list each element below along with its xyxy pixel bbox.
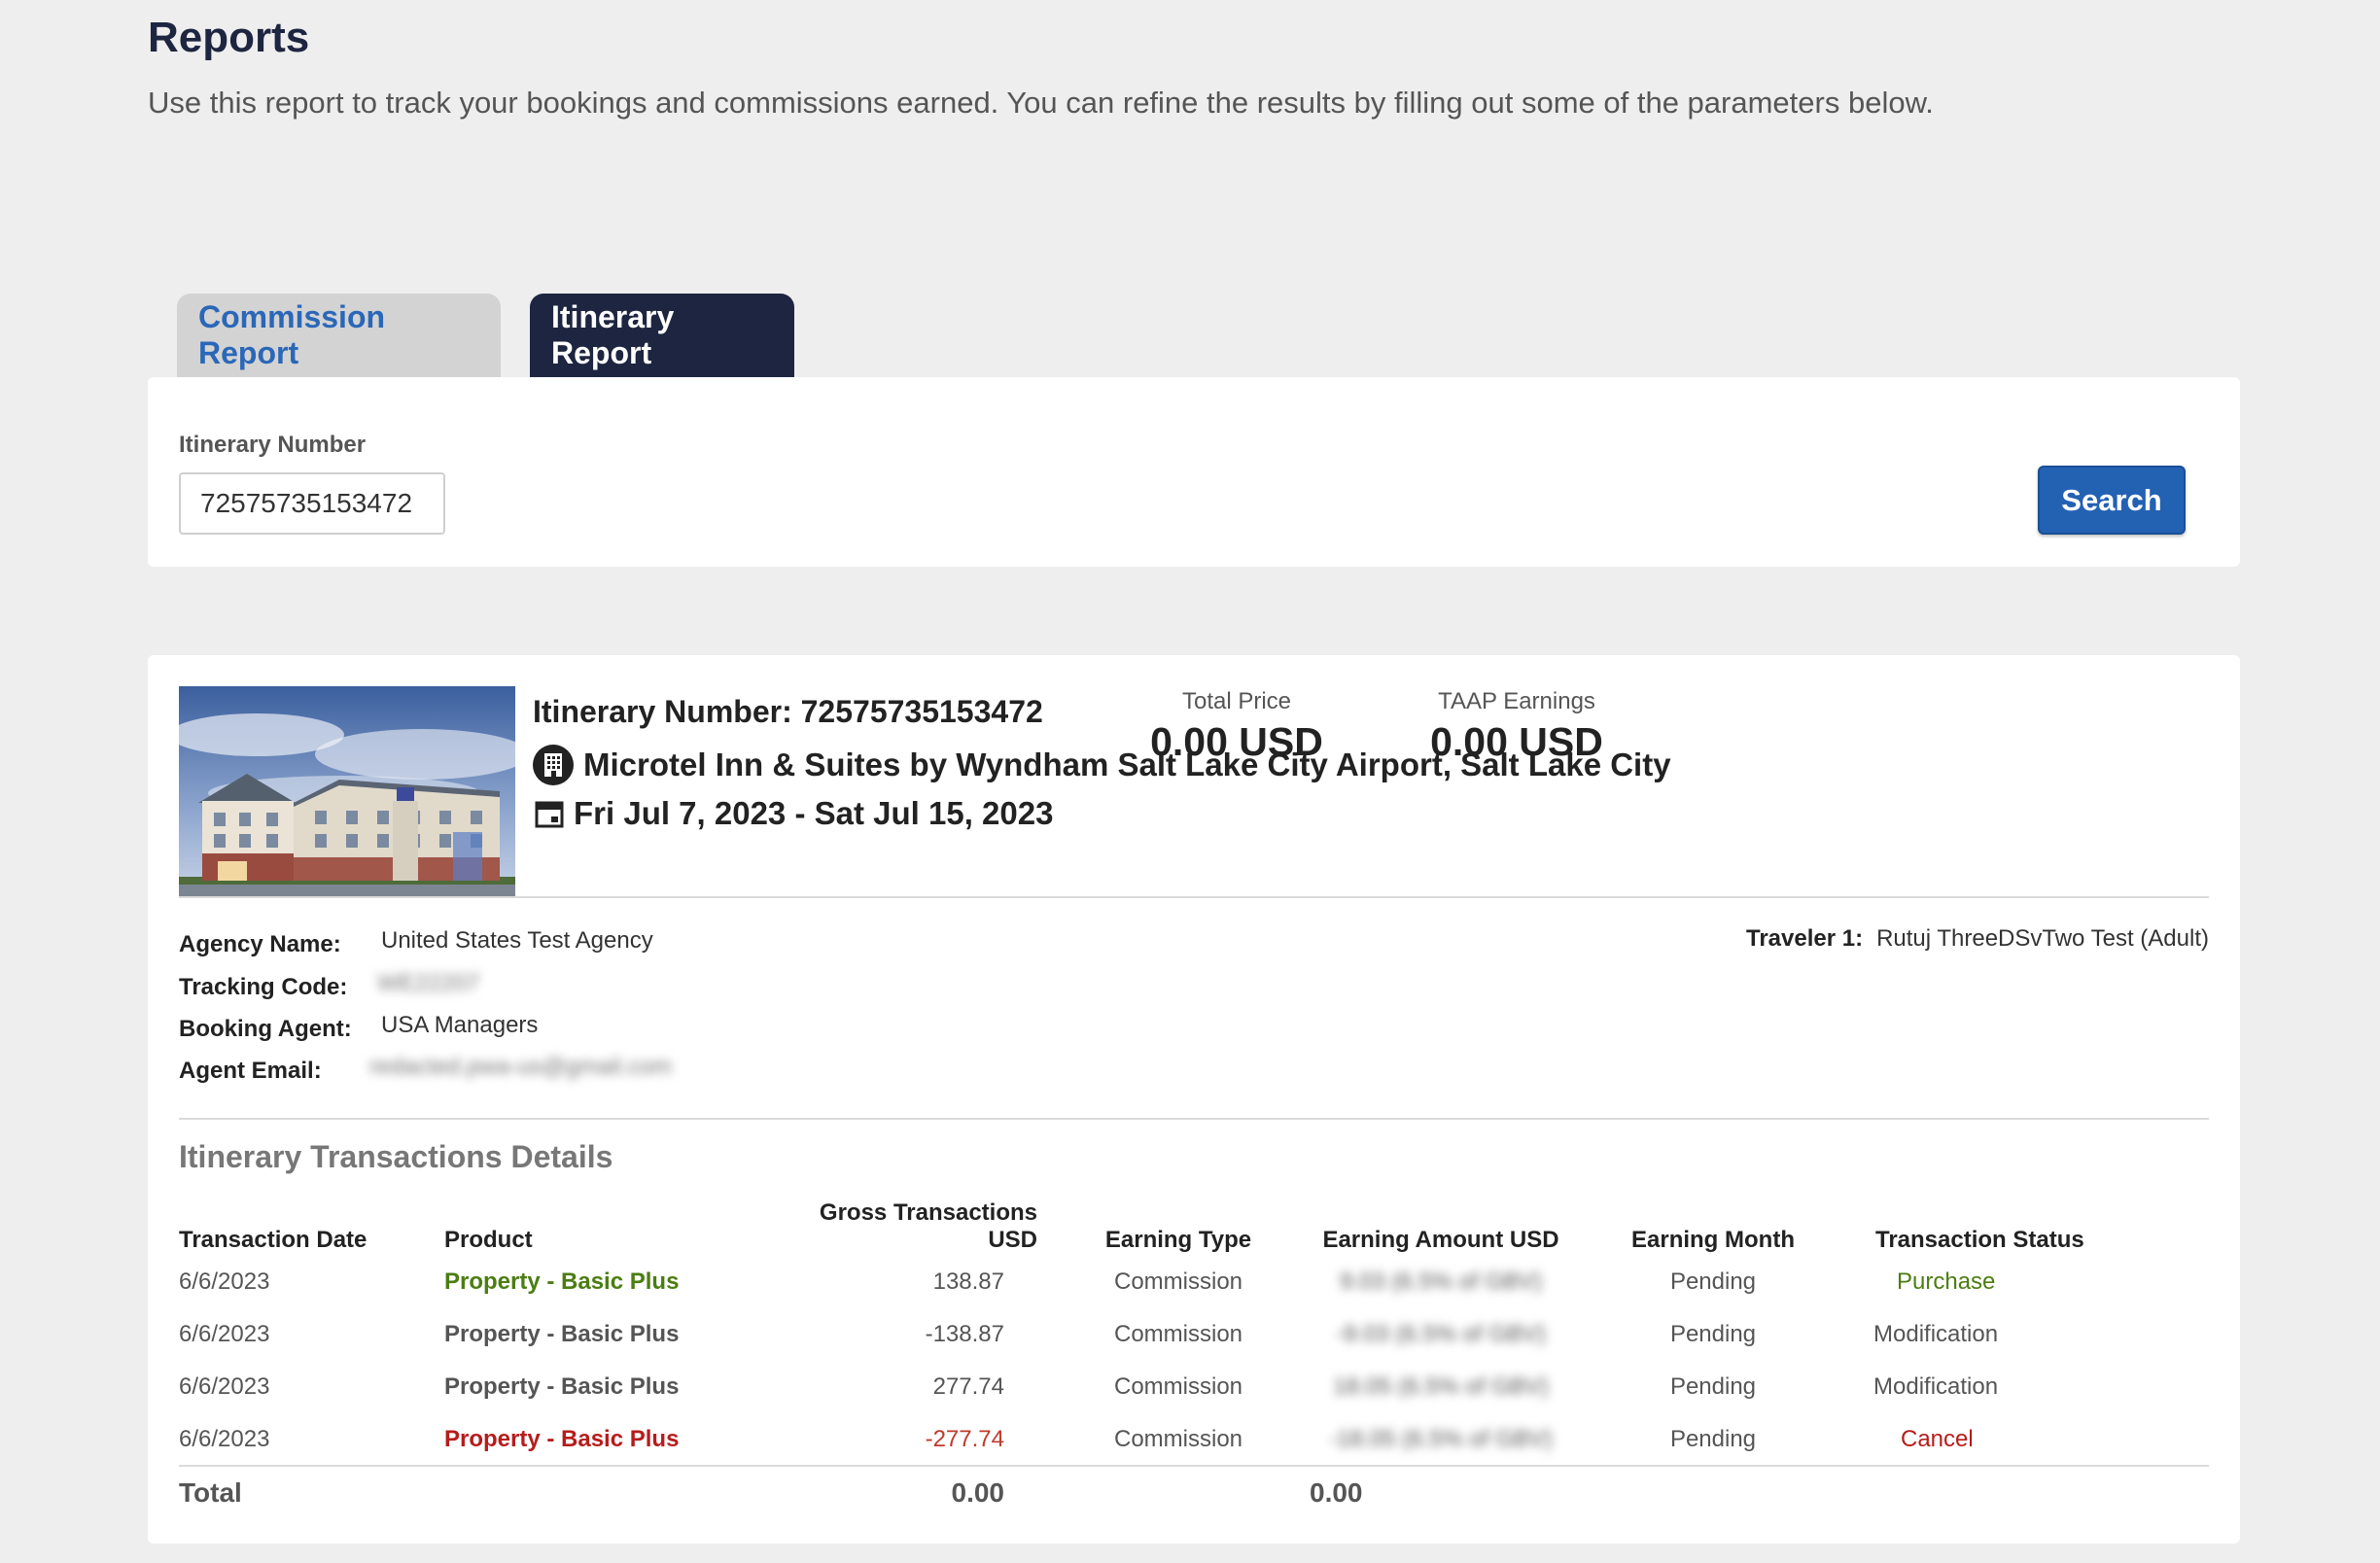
earning-type: Commission	[1113, 1425, 1243, 1452]
transaction-status: Purchase	[1897, 1268, 1996, 1295]
transaction-date: 6/6/2023	[179, 1373, 270, 1400]
page-description: Use this report to track your bookings a…	[148, 86, 1934, 120]
itinerary-number-input[interactable]	[179, 472, 445, 535]
earning-amount: 9.03 (6.5% of GBV)	[1339, 1268, 1543, 1295]
product-link[interactable]: Property - Basic Plus	[444, 1308, 775, 1361]
table-row: 6/6/2023 Property - Basic Plus -277.74 C…	[179, 1413, 2209, 1466]
agent-email-value: redacted.pwa-us@gmail.com	[369, 1054, 673, 1080]
earning-type: Commission	[1113, 1321, 1243, 1347]
transaction-date: 6/6/2023	[179, 1321, 270, 1347]
column-header: Gross Transactions USD	[819, 1199, 1037, 1253]
table-row: 6/6/2023 Property - Basic Plus 138.87 Co…	[179, 1256, 2209, 1308]
gross-amount: -277.74	[925, 1425, 1004, 1452]
agency-name-value: United States Test Agency	[381, 927, 653, 954]
column-header: Transaction Status	[1875, 1227, 2084, 1253]
table-header-row: Transaction Date Product Gross Transacti…	[179, 1199, 2209, 1256]
page-title: Reports	[148, 14, 310, 61]
empty-cell	[1835, 1465, 2209, 1518]
tracking-code-label: Tracking Code:	[179, 974, 348, 1000]
transactions-section-title: Itinerary Transactions Details	[179, 1139, 613, 1174]
agency-name-label: Agency Name:	[179, 931, 341, 957]
empty-cell	[1067, 1465, 1290, 1518]
product-link[interactable]: Property - Basic Plus	[444, 1361, 775, 1413]
column-header: Transaction Date	[179, 1227, 368, 1253]
earning-amount: -18.05 (6.5% of GBV)	[1329, 1425, 1553, 1452]
transaction-status: Cancel	[1901, 1425, 1974, 1452]
empty-cell	[1592, 1465, 1835, 1518]
product-link[interactable]: Property - Basic Plus	[444, 1256, 775, 1308]
search-button[interactable]: Search	[2038, 466, 2186, 535]
search-panel: Itinerary Number Search	[148, 377, 2240, 567]
tracking-code-value: WE22207	[377, 970, 480, 996]
product-link[interactable]: Property - Basic Plus	[444, 1413, 775, 1466]
earning-type: Commission	[1113, 1268, 1243, 1295]
earning-month: Pending	[1669, 1268, 1757, 1295]
tab-commission-report[interactable]: Commission Report	[177, 294, 501, 377]
taap-earnings-value: 0.00 USD	[1430, 719, 1603, 764]
total-price-label: Total Price	[1181, 688, 1292, 714]
gross-amount: 277.74	[932, 1373, 1004, 1400]
traveler-info: Traveler 1: Rutuj ThreeDSvTwo Test (Adult…	[1746, 925, 2209, 953]
total-price-value: 0.00 USD	[1150, 719, 1323, 764]
total-gross: 0.00	[775, 1465, 1067, 1518]
taap-earnings-label: TAAP Earnings	[1438, 688, 1595, 714]
transaction-status: Modification	[1873, 1373, 1999, 1400]
hotel-image	[179, 686, 515, 896]
traveler-value: Rutuj ThreeDSvTwo Test (Adult)	[1876, 925, 2209, 952]
transaction-date: 6/6/2023	[179, 1268, 270, 1295]
agent-email-label: Agent Email:	[179, 1058, 322, 1084]
itinerary-number-label: Itinerary Number	[179, 432, 367, 458]
total-price-block: Total Price 0.00 USD	[1120, 688, 1353, 765]
tab-itinerary-report[interactable]: Itinerary Report	[530, 294, 794, 377]
column-header: Earning Type	[1104, 1227, 1252, 1253]
empty-cell	[444, 1465, 775, 1518]
details-divider	[179, 1118, 2209, 1120]
header-divider	[179, 896, 2209, 898]
earning-month: Pending	[1669, 1373, 1757, 1400]
itinerary-result-card: Itinerary Number: 72575735153472 Microte…	[148, 655, 2240, 1544]
earning-amount: -9.03 (6.5% of GBV)	[1335, 1321, 1547, 1347]
transaction-date: 6/6/2023	[179, 1425, 270, 1452]
transactions-table: Transaction Date Product Gross Transacti…	[179, 1199, 2209, 1518]
earning-month: Pending	[1669, 1321, 1757, 1347]
table-row: 6/6/2023 Property - Basic Plus -138.87 C…	[179, 1308, 2209, 1361]
total-label: Total	[179, 1465, 444, 1518]
booking-agent-value: USA Managers	[381, 1012, 539, 1038]
earning-type: Commission	[1113, 1373, 1243, 1400]
gross-amount: 138.87	[932, 1268, 1004, 1295]
total-earning-amount: 0.00	[1290, 1465, 1592, 1518]
column-header: Product	[444, 1227, 533, 1253]
itinerary-heading: Itinerary Number: 72575735153472	[533, 694, 1043, 729]
traveler-label: Traveler 1:	[1745, 925, 1864, 952]
earning-amount: 18.05 (6.5% of GBV)	[1333, 1373, 1549, 1400]
stay-dates: Fri Jul 7, 2023 - Sat Jul 15, 2023	[574, 795, 1054, 831]
column-header: Earning Month	[1631, 1227, 1795, 1253]
earning-month: Pending	[1669, 1425, 1757, 1452]
gross-amount: -138.87	[925, 1321, 1004, 1347]
taap-earnings-block: TAAP Earnings 0.00 USD	[1400, 688, 1633, 765]
booking-agent-label: Booking Agent:	[179, 1016, 352, 1042]
calendar-icon	[535, 799, 564, 828]
table-row: 6/6/2023 Property - Basic Plus 277.74 Co…	[179, 1361, 2209, 1413]
stay-dates-line: Fri Jul 7, 2023 - Sat Jul 15, 2023	[533, 795, 1053, 832]
building-icon	[533, 745, 574, 785]
report-tabs: Commission Report Itinerary Report	[177, 294, 794, 377]
transaction-status: Modification	[1873, 1321, 1999, 1347]
total-row: Total 0.00 0.00	[179, 1465, 2209, 1518]
column-header: Earning Amount USD	[1322, 1227, 1559, 1253]
